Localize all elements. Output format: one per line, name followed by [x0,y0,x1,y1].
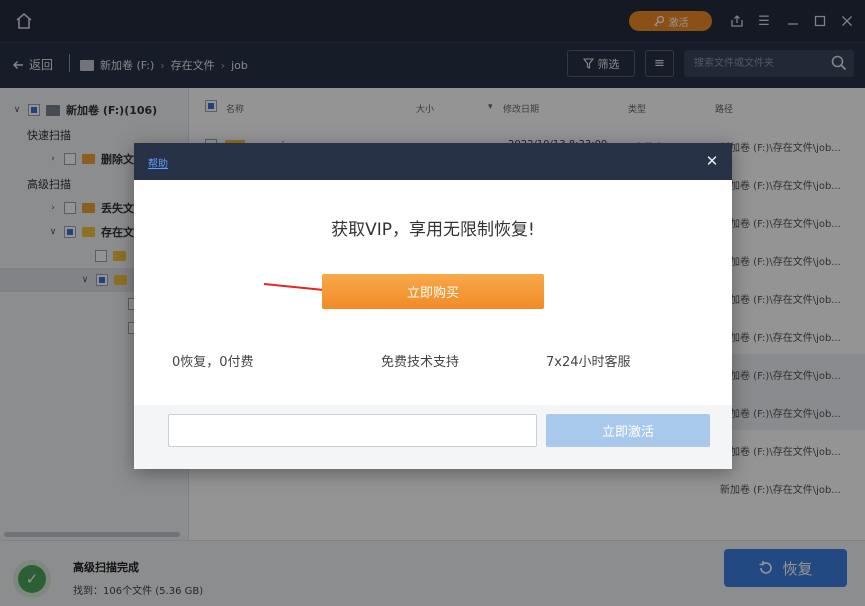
feature-customer-service: 7x24小时客服 [546,355,631,370]
activate-label: 立即激活 [601,425,654,440]
feature-free-recovery: 0恢复，0付费 [172,355,254,370]
buy-now-label: 立即购买 [406,286,459,301]
dialog-title: 获取VIP，享用无限制恢复! [331,220,535,240]
feature-tech-support: 免费技术支持 [381,355,460,370]
vip-dialog: 帮助 ✕ 获取VIP，享用无限制恢复! 立即购买 0恢复，0付费 免费技术支持 … [134,143,732,469]
dialog-footer: 立即激活 [134,405,732,469]
buy-now-button[interactable]: 立即购买 [322,274,544,309]
help-link[interactable]: 帮助 [148,155,168,170]
activate-button[interactable]: 立即激活 [546,414,710,447]
dialog-close-icon[interactable]: ✕ [704,153,720,169]
activation-code-input[interactable] [168,414,537,447]
dialog-header: 帮助 ✕ [134,143,732,180]
